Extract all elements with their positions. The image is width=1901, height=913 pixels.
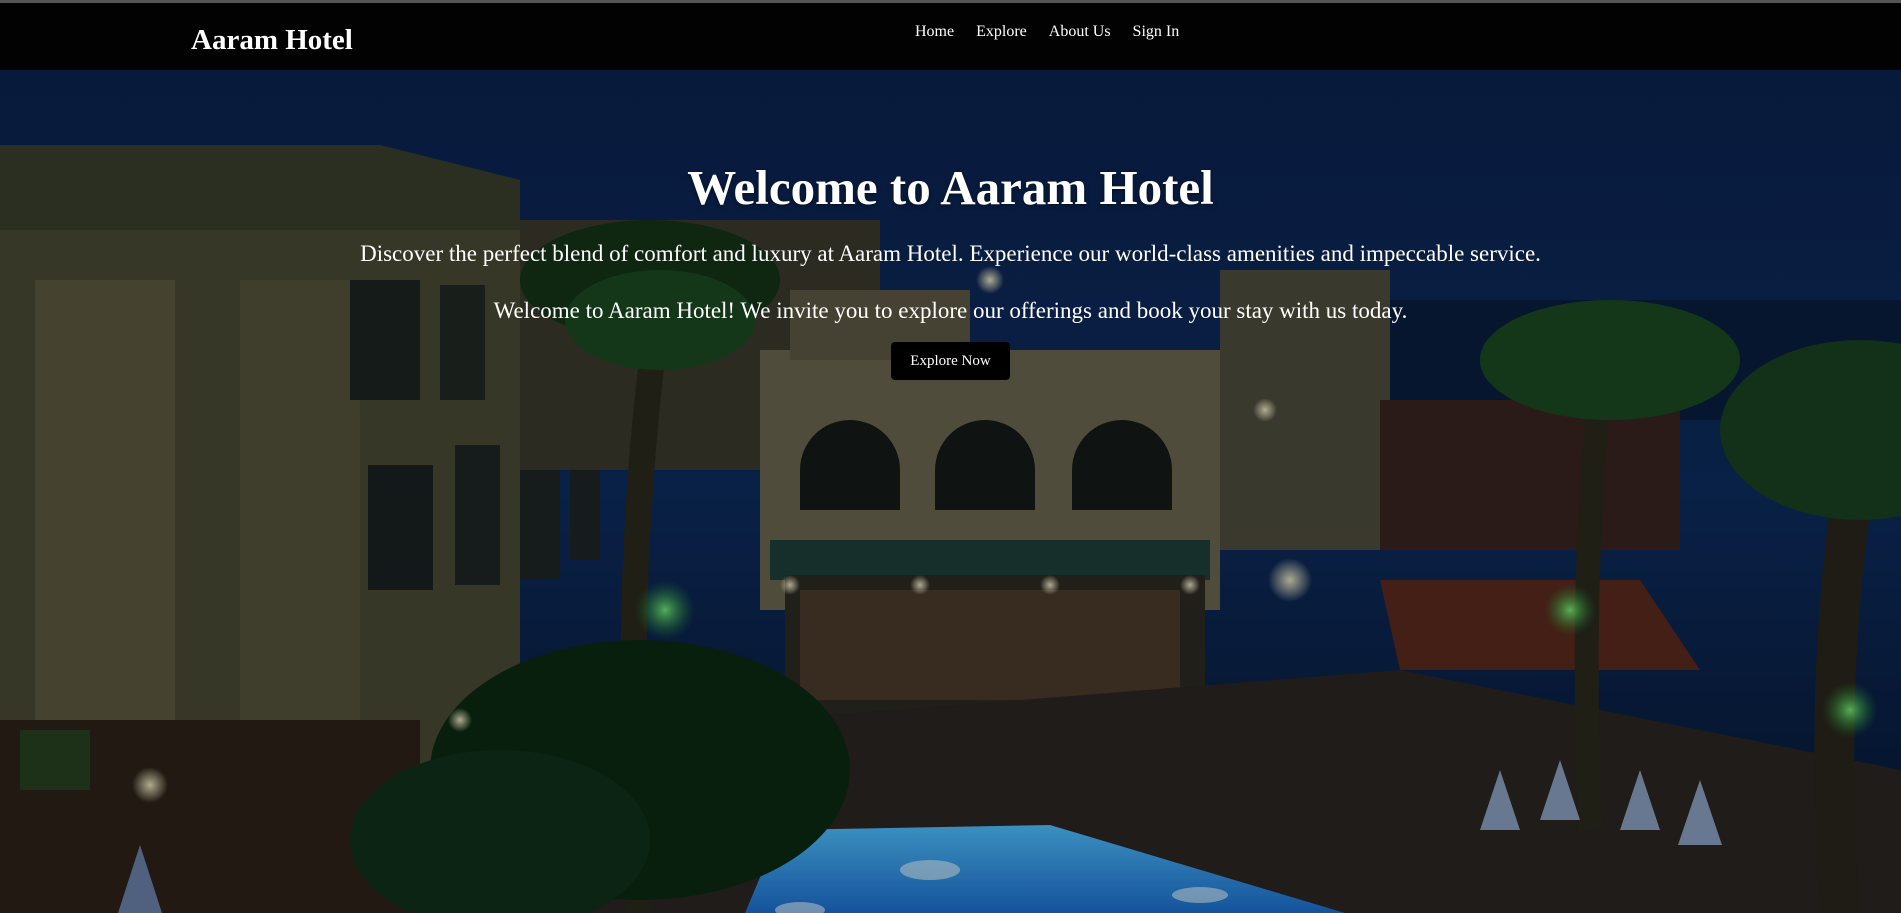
hero-title: Welcome to Aaram Hotel — [687, 160, 1214, 215]
hero-welcome-text: Welcome to Aaram Hotel! We invite you to… — [493, 298, 1408, 323]
top-navbar: Aaram Hotel Home Explore About Us Sign I… — [0, 3, 1901, 70]
nav-link-home[interactable]: Home — [904, 20, 965, 44]
hero-section: Welcome to Aaram Hotel Discover the perf… — [0, 70, 1901, 913]
hero-subtitle: Discover the perfect blend of comfort an… — [360, 241, 1541, 266]
explore-now-button[interactable]: Explore Now — [891, 342, 1010, 380]
nav-link-explore[interactable]: Explore — [965, 20, 1038, 44]
nav-link-sign-in[interactable]: Sign In — [1122, 20, 1191, 44]
brand-logo[interactable]: Aaram Hotel — [191, 20, 353, 60]
hero-content: Welcome to Aaram Hotel Discover the perf… — [0, 158, 1901, 380]
nav-link-about-us[interactable]: About Us — [1038, 20, 1122, 44]
nav-links: Home Explore About Us Sign In — [904, 20, 1190, 44]
